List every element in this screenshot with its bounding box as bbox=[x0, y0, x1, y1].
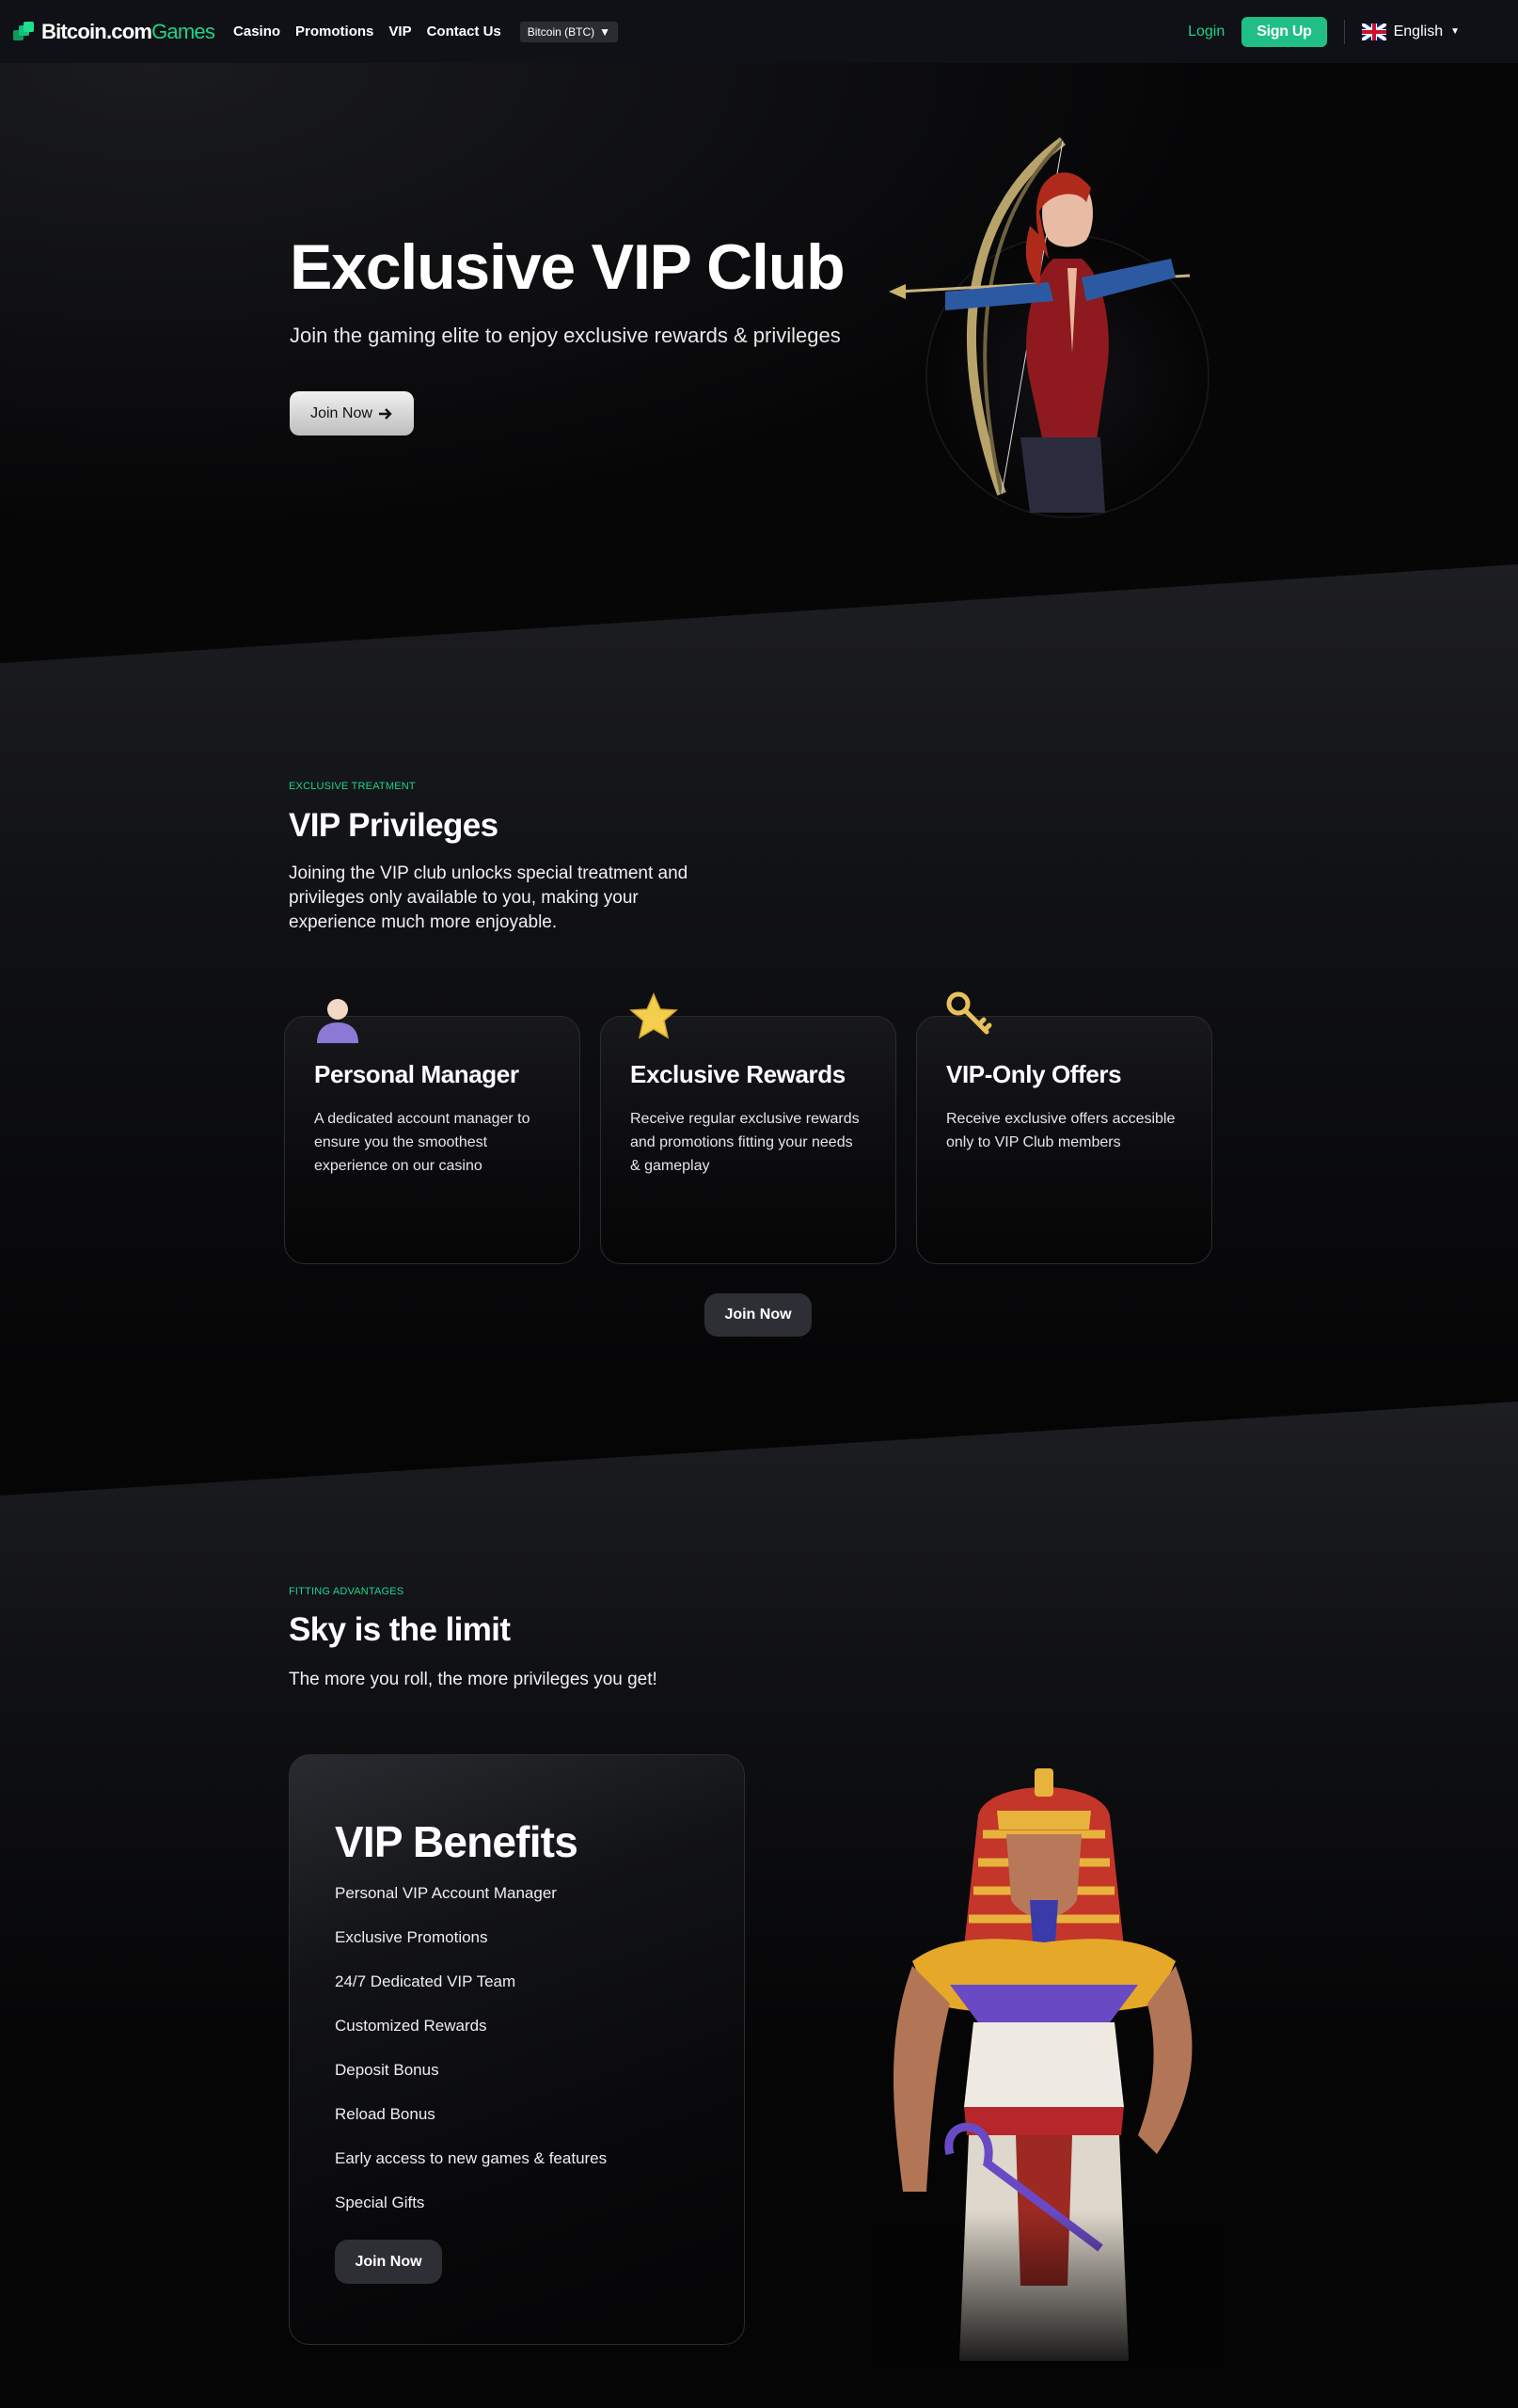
hero-join-now-button[interactable]: Join Now bbox=[290, 391, 414, 436]
advantages-title: Sky is the limit bbox=[289, 1611, 511, 1648]
list-item: 24/7 Dedicated VIP Team bbox=[335, 1972, 516, 1990]
list-item: Special Gifts bbox=[335, 2194, 425, 2211]
privileges-eyebrow: EXCLUSIVE TREATMENT bbox=[289, 781, 416, 792]
key-icon bbox=[946, 991, 992, 1035]
nav-link-casino[interactable]: Casino bbox=[233, 24, 280, 40]
list-item: Exclusive Promotions bbox=[335, 1928, 488, 1946]
pharaoh-character-image bbox=[875, 1768, 1223, 2380]
currency-selector[interactable]: Bitcoin (BTC) ▼ bbox=[519, 21, 618, 42]
top-navbar: Bitcoin.comGames Casino Promotions VIP C… bbox=[0, 0, 1518, 63]
hero-title: Exclusive VIP Club bbox=[290, 231, 846, 303]
card-text: A dedicated account manager to ensure yo… bbox=[314, 1111, 530, 1174]
privileges-join-now-button[interactable]: Join Now bbox=[704, 1293, 812, 1337]
signup-button[interactable]: Sign Up bbox=[1241, 16, 1327, 47]
list-item: Customized Rewards bbox=[335, 2017, 487, 2035]
logo-accent-text: Games bbox=[151, 19, 215, 43]
currency-label: Bitcoin (BTC) bbox=[527, 24, 595, 39]
section-background-advantages bbox=[0, 1402, 1518, 2060]
nav-link-vip[interactable]: VIP bbox=[388, 24, 411, 40]
site-logo[interactable]: Bitcoin.comGames bbox=[13, 19, 215, 44]
privilege-card-exclusive-rewards: Exclusive Rewards Receive regular exclus… bbox=[600, 992, 896, 1264]
hero-background bbox=[0, 63, 1518, 665]
privilege-card-personal-manager: Personal Manager A dedicated account man… bbox=[284, 999, 580, 1264]
uk-flag-icon bbox=[1361, 23, 1386, 40]
person-icon bbox=[317, 999, 358, 1043]
list-item: Personal VIP Account Manager bbox=[335, 1884, 557, 1902]
nav-divider bbox=[1343, 19, 1345, 44]
list-item: Deposit Bonus bbox=[335, 2061, 439, 2079]
card-title: VIP-Only Offers bbox=[946, 1060, 1122, 1088]
language-selector[interactable]: English ▼ bbox=[1361, 23, 1460, 40]
hero-join-now-label: Join Now bbox=[310, 404, 372, 421]
benefits-join-now-button[interactable]: Join Now bbox=[335, 2240, 442, 2284]
language-label: English bbox=[1393, 23, 1444, 40]
nav-links: Casino Promotions VIP Contact Us bbox=[233, 24, 501, 40]
benefits-list: Personal VIP Account Manager Exclusive P… bbox=[335, 1882, 607, 2236]
benefits-title: VIP Benefits bbox=[335, 1817, 578, 1866]
caret-down-icon: ▼ bbox=[599, 24, 610, 39]
nav-link-promotions[interactable]: Promotions bbox=[295, 24, 373, 40]
privileges-title: VIP Privileges bbox=[289, 807, 498, 844]
advantages-eyebrow: FITTING ADVANTAGES bbox=[289, 1586, 404, 1597]
list-item: Early access to new games & features bbox=[335, 2149, 608, 2167]
nav-right: Login Sign Up English ▼ bbox=[1188, 16, 1460, 47]
advantages-text: The more you roll, the more privileges y… bbox=[289, 1670, 657, 1689]
hero-subtitle: Join the gaming elite to enjoy exclusive… bbox=[290, 324, 841, 347]
caret-down-icon: ▼ bbox=[1450, 26, 1460, 37]
logo-main-text: Bitcoin.com bbox=[41, 19, 152, 43]
nav-link-contact[interactable]: Contact Us bbox=[427, 24, 501, 40]
privileges-text: Joining the VIP club unlocks special tre… bbox=[289, 863, 688, 932]
card-title: Exclusive Rewards bbox=[630, 1060, 846, 1088]
login-link[interactable]: Login bbox=[1188, 24, 1225, 40]
vip-benefits-card: VIP Benefits Personal VIP Account Manage… bbox=[289, 1754, 745, 2345]
card-text: Receive exclusive offers accesible only … bbox=[946, 1111, 1176, 1150]
section-background-privileges bbox=[0, 564, 1518, 1411]
arrow-right-icon bbox=[378, 407, 392, 420]
archer-character-image bbox=[889, 136, 1210, 518]
logo-mark-icon bbox=[13, 21, 34, 42]
privilege-card-vip-offers: VIP-Only Offers Receive exclusive offers… bbox=[916, 991, 1212, 1264]
logo-text: Bitcoin.comGames bbox=[41, 19, 215, 44]
list-item: Reload Bonus bbox=[335, 2105, 435, 2123]
star-icon bbox=[629, 992, 678, 1039]
card-text: Receive regular exclusive rewards and pr… bbox=[630, 1111, 860, 1174]
card-title: Personal Manager bbox=[314, 1060, 519, 1088]
